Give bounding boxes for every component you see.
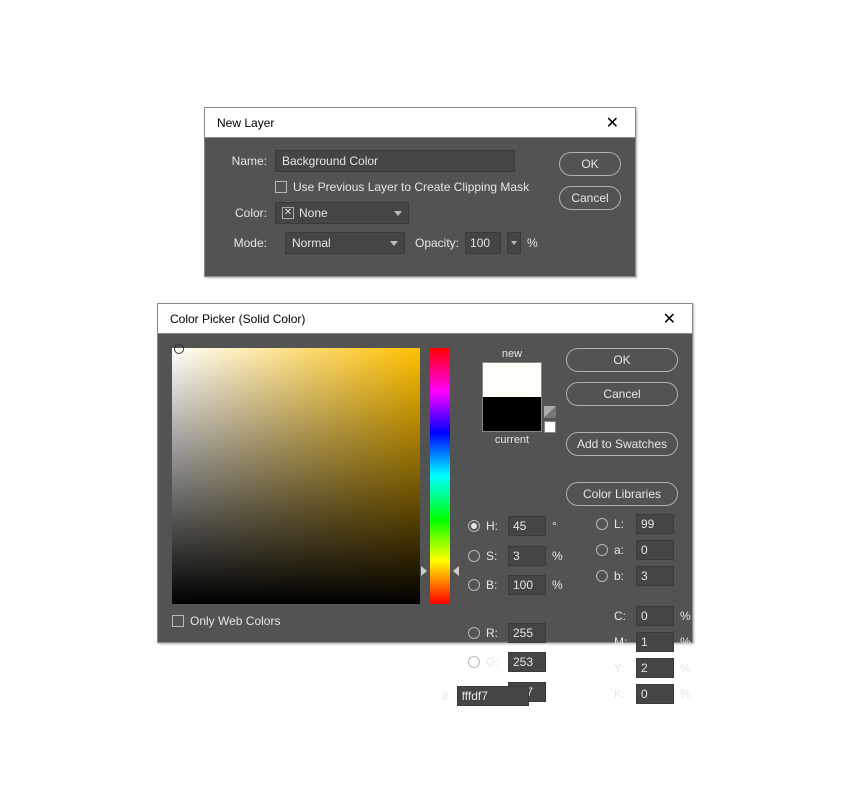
color-label: Color:: [219, 206, 267, 220]
k-label: K:: [614, 687, 630, 701]
k-unit: %: [680, 687, 694, 701]
g-input[interactable]: [508, 652, 546, 672]
cancel-button[interactable]: Cancel: [559, 186, 621, 210]
h-unit: °: [552, 519, 566, 533]
cancel-button[interactable]: Cancel: [566, 382, 678, 406]
color-field[interactable]: [172, 348, 420, 604]
y-label: Y:: [614, 661, 630, 675]
hsb-group: H:° S:% B:% R: G: B:: [468, 514, 566, 704]
new-layer-dialog: New Layer ✕ Name: Use Previous Layer to …: [204, 107, 636, 277]
current-label: current: [495, 434, 529, 446]
opacity-dropdown-icon[interactable]: [507, 232, 521, 254]
mode-dropdown[interactable]: Normal: [285, 232, 405, 254]
current-color-swatch[interactable]: [483, 397, 541, 431]
new-layer-title: New Layer: [217, 116, 274, 130]
l-input[interactable]: [636, 514, 674, 534]
r-radio[interactable]: [468, 627, 480, 639]
k-input[interactable]: [636, 684, 674, 704]
b-radio[interactable]: [468, 579, 480, 591]
name-label: Name:: [219, 154, 267, 168]
only-web-colors-checkbox[interactable]: [172, 615, 184, 627]
mode-value: Normal: [292, 236, 331, 250]
r-input[interactable]: [508, 623, 546, 643]
hex-label: #: [442, 689, 449, 703]
color-field-cursor: [174, 344, 184, 354]
a-radio[interactable]: [596, 544, 608, 556]
new-layer-titlebar[interactable]: New Layer ✕: [205, 108, 635, 138]
new-label: new: [502, 348, 522, 360]
hex-input[interactable]: [457, 686, 529, 706]
none-icon: ✕: [282, 207, 294, 219]
color-libraries-button[interactable]: Color Libraries: [566, 482, 678, 506]
close-icon[interactable]: ✕: [657, 307, 682, 331]
hue-arrow-left-icon: [421, 566, 427, 576]
y-input[interactable]: [636, 658, 674, 678]
s-label: S:: [486, 549, 502, 563]
gamut-warning-icon[interactable]: [544, 406, 556, 418]
color-dropdown[interactable]: ✕ None: [275, 202, 409, 224]
ok-button[interactable]: OK: [566, 348, 678, 372]
opacity-unit: %: [527, 236, 538, 250]
color-picker-dialog: Color Picker (Solid Color) ✕ new current: [157, 303, 693, 643]
color-picker-title: Color Picker (Solid Color): [170, 312, 305, 326]
h-input[interactable]: [508, 516, 546, 536]
lab-b-radio[interactable]: [596, 570, 608, 582]
s-unit: %: [552, 549, 566, 563]
hue-slider[interactable]: [430, 348, 450, 604]
websafe-swatch-icon[interactable]: [544, 421, 556, 433]
h-label: H:: [486, 519, 502, 533]
clipping-mask-label: Use Previous Layer to Create Clipping Ma…: [293, 180, 529, 194]
lab-cmyk-group: L: a: b: C:% M:% Y:% K:%: [596, 514, 694, 704]
c-unit: %: [680, 609, 694, 623]
only-web-colors-label: Only Web Colors: [190, 614, 280, 628]
mode-label: Mode:: [219, 236, 267, 250]
ok-button[interactable]: OK: [559, 152, 621, 176]
s-input[interactable]: [508, 546, 546, 566]
color-picker-titlebar[interactable]: Color Picker (Solid Color) ✕: [158, 304, 692, 334]
m-label: M:: [614, 635, 630, 649]
swatch-pair: [482, 362, 542, 432]
opacity-label: Opacity:: [415, 236, 459, 250]
clipping-mask-checkbox[interactable]: [275, 181, 287, 193]
m-unit: %: [680, 635, 694, 649]
opacity-input[interactable]: [465, 232, 501, 254]
g-radio[interactable]: [468, 656, 480, 668]
a-input[interactable]: [636, 540, 674, 560]
l-radio[interactable]: [596, 518, 608, 530]
s-radio[interactable]: [468, 550, 480, 562]
close-icon[interactable]: ✕: [600, 111, 625, 135]
l-label: L:: [614, 517, 630, 531]
c-label: C:: [614, 609, 630, 623]
lab-b-input[interactable]: [636, 566, 674, 586]
b-label: B:: [486, 578, 502, 592]
lab-b-label: b:: [614, 569, 630, 583]
name-input[interactable]: [275, 150, 515, 172]
y-unit: %: [680, 661, 694, 675]
h-radio[interactable]: [468, 520, 480, 532]
new-color-swatch[interactable]: [483, 363, 541, 397]
b-input[interactable]: [508, 575, 546, 595]
color-value: None: [299, 206, 328, 220]
hue-arrow-right-icon: [453, 566, 459, 576]
m-input[interactable]: [636, 632, 674, 652]
r-label: R:: [486, 626, 502, 640]
g-label: G:: [486, 655, 502, 669]
b-unit: %: [552, 578, 566, 592]
c-input[interactable]: [636, 606, 674, 626]
a-label: a:: [614, 543, 630, 557]
add-to-swatches-button[interactable]: Add to Swatches: [566, 432, 678, 456]
